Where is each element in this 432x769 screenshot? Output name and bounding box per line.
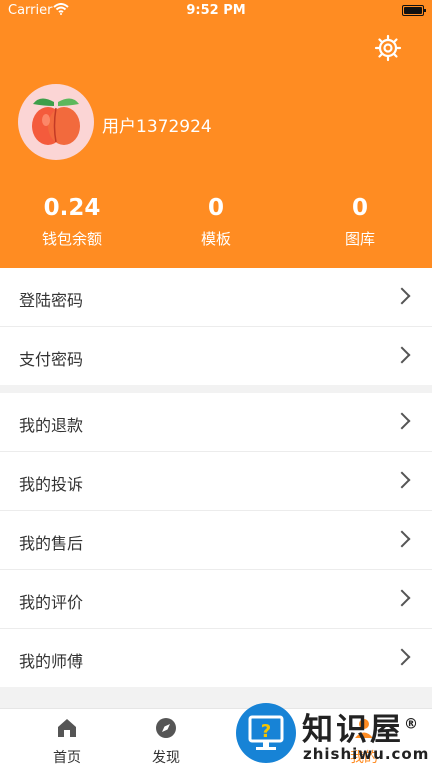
wallet-balance-value: 0.24 — [43, 195, 101, 221]
menu-item-complaints[interactable]: 我的投诉 — [0, 452, 432, 511]
watermark-domain: zhishiwu.com — [303, 745, 430, 763]
tab-discover[interactable]: 发现 — [116, 717, 216, 767]
gallery-label: 图库 — [344, 230, 375, 248]
svg-text:?: ? — [261, 721, 271, 742]
menu-item-label: 我的投诉 — [19, 475, 84, 494]
chevron-right-icon — [393, 530, 411, 548]
chevron-right-icon — [393, 346, 411, 364]
menu-item-label: 登陆密码 — [19, 291, 84, 310]
gallery-value: 0 — [351, 195, 368, 221]
menu-item-login-password[interactable]: 登陆密码 — [0, 268, 432, 327]
avatar[interactable] — [18, 84, 94, 160]
menu-item-refunds[interactable]: 我的退款 — [0, 393, 432, 452]
templates-value: 0 — [207, 195, 224, 221]
menu-item-label: 我的评价 — [19, 593, 84, 612]
registered-mark: ® — [404, 716, 421, 733]
chevron-right-icon — [393, 471, 411, 489]
chevron-right-icon — [393, 648, 411, 666]
watermark-name: 知识屋 — [302, 712, 404, 748]
chevron-right-icon — [393, 287, 411, 305]
profile-header: Carrier 9:52 PM 用户1372924 0.24 钱包余额 0 模板… — [0, 0, 432, 268]
stat-gallery[interactable]: 0 图库 — [288, 194, 432, 249]
menu-item-label: 我的师傅 — [19, 652, 84, 671]
status-bar: Carrier 9:52 PM — [0, 0, 432, 22]
compass-icon — [156, 718, 176, 738]
menu-item-after-sales[interactable]: 我的售后 — [0, 511, 432, 570]
battery-icon — [402, 5, 426, 16]
menu-item-reviews[interactable]: 我的评价 — [0, 570, 432, 629]
tab-label: 首页 — [53, 750, 81, 766]
tab-home[interactable]: 首页 — [17, 717, 117, 767]
chevron-right-icon — [393, 412, 411, 430]
menu-item-payment-password[interactable]: 支付密码 — [0, 327, 432, 385]
stat-wallet[interactable]: 0.24 钱包余额 — [0, 194, 144, 249]
settings-gear-icon[interactable] — [374, 34, 402, 62]
tab-label: 发现 — [152, 750, 180, 766]
menu-group-security: 登陆密码 支付密码 — [0, 268, 432, 385]
watermark-logo: ? — [236, 703, 296, 763]
home-icon — [58, 719, 76, 737]
status-time: 9:52 PM — [186, 3, 246, 18]
menu-group-orders: 我的退款 我的投诉 我的售后 我的评价 我的师傅 — [0, 393, 432, 687]
wallet-balance-label: 钱包余额 — [41, 230, 102, 248]
username: 用户1372924 — [102, 117, 212, 137]
menu-item-label: 支付密码 — [19, 350, 84, 369]
menu-item-label: 我的退款 — [19, 416, 84, 435]
watermark-brand: 知识屋® — [302, 704, 421, 749]
help-monitor-icon: ? — [248, 715, 284, 750]
chevron-right-icon — [393, 589, 411, 607]
templates-label: 模板 — [200, 230, 231, 248]
menu-item-label: 我的售后 — [19, 534, 84, 553]
stat-templates[interactable]: 0 模板 — [144, 194, 288, 249]
peach-icon — [20, 86, 92, 158]
menu-item-technicians[interactable]: 我的师傅 — [0, 629, 432, 687]
